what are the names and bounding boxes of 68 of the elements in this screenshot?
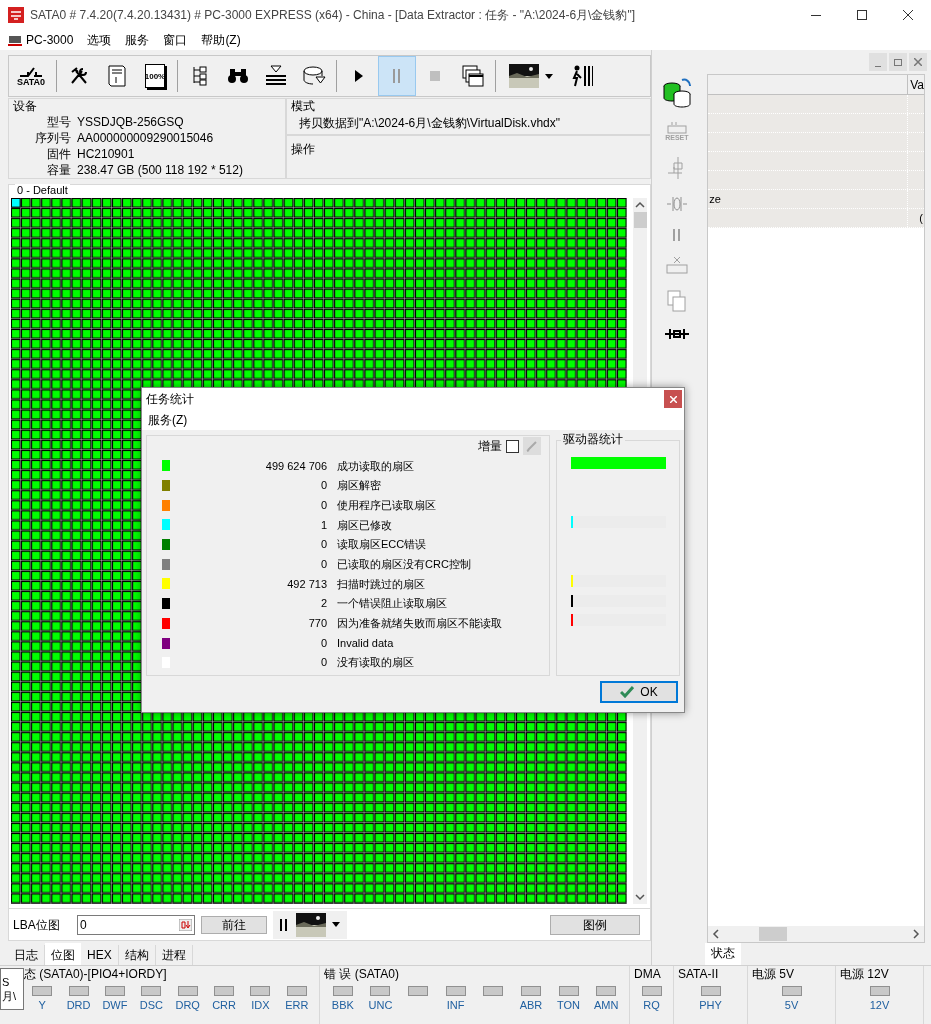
sector-type-label: 因为准备就绪失败而扇区不能读取 (337, 616, 502, 632)
drive-stats-title: 驱动器统计 (561, 432, 625, 446)
sector-count: 499 624 706 (264, 458, 327, 474)
lba-label: LBA位图 (13, 916, 61, 934)
status-led-label: DRQ (175, 999, 200, 1012)
sector-count: 0 (319, 497, 327, 513)
map-title: 0 - Default (15, 184, 70, 197)
sector-count: 0 (319, 635, 327, 651)
status-led-label: PHY (699, 999, 722, 1012)
sector-count: 1 (319, 517, 327, 533)
field-label: 容量 (46, 162, 71, 178)
sector-count: 0 (319, 655, 327, 671)
sector-type-label: 已读取的扇区没有CRC控制 (337, 557, 471, 573)
mode-value: 拷贝数据到"A:\2024-6月\金钱豹\VirtualDisk.vhdx" (298, 115, 562, 132)
status-led-label: IDX (251, 999, 270, 1012)
field-value: YSSDJQB-256GSQ (77, 114, 184, 130)
status-led-label: BBK (331, 999, 354, 1012)
status-led-label: DSC (139, 999, 163, 1012)
status-led-label: INF (446, 999, 465, 1012)
status-group-title: 电源 5V (752, 966, 795, 982)
sector-type-label: 使用程序已读取扇区 (337, 497, 436, 513)
sector-count: 2 (319, 596, 327, 612)
sector-type-label: 一个错误阻止读取扇区 (337, 596, 447, 612)
sector-type-label: 扇区解密 (337, 478, 381, 494)
table-cell: ze (709, 193, 721, 205)
status-led-label: DWF (102, 999, 128, 1012)
tooltip-text: 月\ (2, 989, 18, 1003)
sector-count: 492 713 (286, 576, 327, 592)
status-group-title: 电源 12V (840, 966, 890, 982)
status-led-label: 12V (869, 999, 890, 1012)
sector-type-label: 扇区已修改 (337, 517, 392, 533)
sector-type-label: 读取扇区ECC错误 (337, 537, 427, 553)
mode-title: 模式 (291, 99, 316, 114)
field-value: 238.47 GB (500 118 192 * 512) (77, 162, 243, 178)
sector-type-label: 没有读取的扇区 (337, 655, 414, 671)
status-group-title: 错 误 (SATA0) (324, 966, 400, 982)
field-label: 型号 (46, 114, 71, 130)
field-label: 序列号 (34, 130, 71, 146)
sector-count: 0 (319, 537, 327, 553)
sector-type-label: Invalid data (337, 635, 394, 651)
device-title: 设备 (13, 99, 38, 114)
operation-title: 操作 (291, 142, 315, 156)
status-led-label: RQ (643, 999, 660, 1012)
sector-type-label: 成功读取的扇区 (337, 458, 414, 474)
status-led-label: UNC (368, 999, 393, 1012)
status-group-title: DMA (634, 966, 662, 982)
status-led-label: 5V (784, 999, 799, 1012)
field-value: AA000000009290015046 (77, 130, 214, 146)
sector-count: 0 (319, 557, 327, 573)
field-label: 固件 (46, 146, 71, 162)
status-led-label: DRD (66, 999, 91, 1012)
tooltip-text: S (2, 975, 11, 989)
window-title: SATA0 # 7.4.20(7.4.20.13431) # PC-3000 EXPRESS (x64) - China - [Data Extractor : 任务 - "A:\2024-6月\金钱豹"] (30, 7, 635, 24)
dialog-title: 任务统计 (146, 391, 194, 408)
increment-label: 增量 (478, 438, 502, 455)
status-led-label: CRR (212, 999, 236, 1012)
status-led-label: AMN (593, 999, 619, 1012)
status-led-label: TON (557, 999, 581, 1012)
sector-type-label: 扫描时跳过的扇区 (337, 576, 425, 592)
sector-count: 770 (307, 616, 327, 632)
status-group-title: 态 (SATA0)-[PIO4+IORDY] (24, 966, 168, 982)
status-led-label: ABR (519, 999, 543, 1012)
sector-count: 0 (319, 478, 327, 494)
status-group-title: SATA-II (678, 966, 720, 982)
field-value: HC210901 (77, 146, 135, 162)
status-led-label: ERR (285, 999, 309, 1012)
table-cell: ( (919, 212, 923, 224)
status-led-label: Y (38, 999, 46, 1012)
